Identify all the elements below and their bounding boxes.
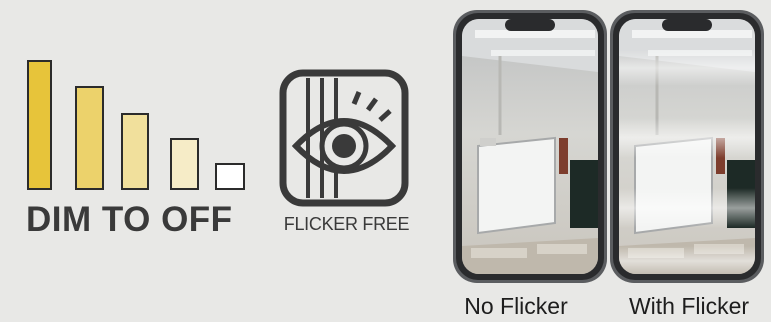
dim-level-bar-4: [170, 138, 199, 190]
caption-no-flicker: No Flicker: [464, 293, 568, 319]
dim-to-off-label: DIM TO OFF: [26, 200, 233, 239]
phone-with-flicker: [610, 10, 764, 283]
eye-with-stripes-icon: [279, 69, 409, 207]
canvas: DIM TO OFF FLICKER FREE No Flicker With …: [0, 0, 771, 322]
caption-with-flicker: With Flicker: [628, 293, 750, 319]
dim-level-bar-5: [215, 163, 245, 190]
smartphone-icon: [453, 10, 607, 283]
phone-no-flicker: [453, 10, 607, 283]
dim-level-bar-3: [121, 113, 149, 190]
smartphone-icon: [610, 10, 764, 283]
dim-level-bar-1: [27, 60, 52, 190]
dim-level-bar-2: [75, 86, 104, 190]
flicker-free-label: FLICKER FREE: [283, 214, 410, 234]
